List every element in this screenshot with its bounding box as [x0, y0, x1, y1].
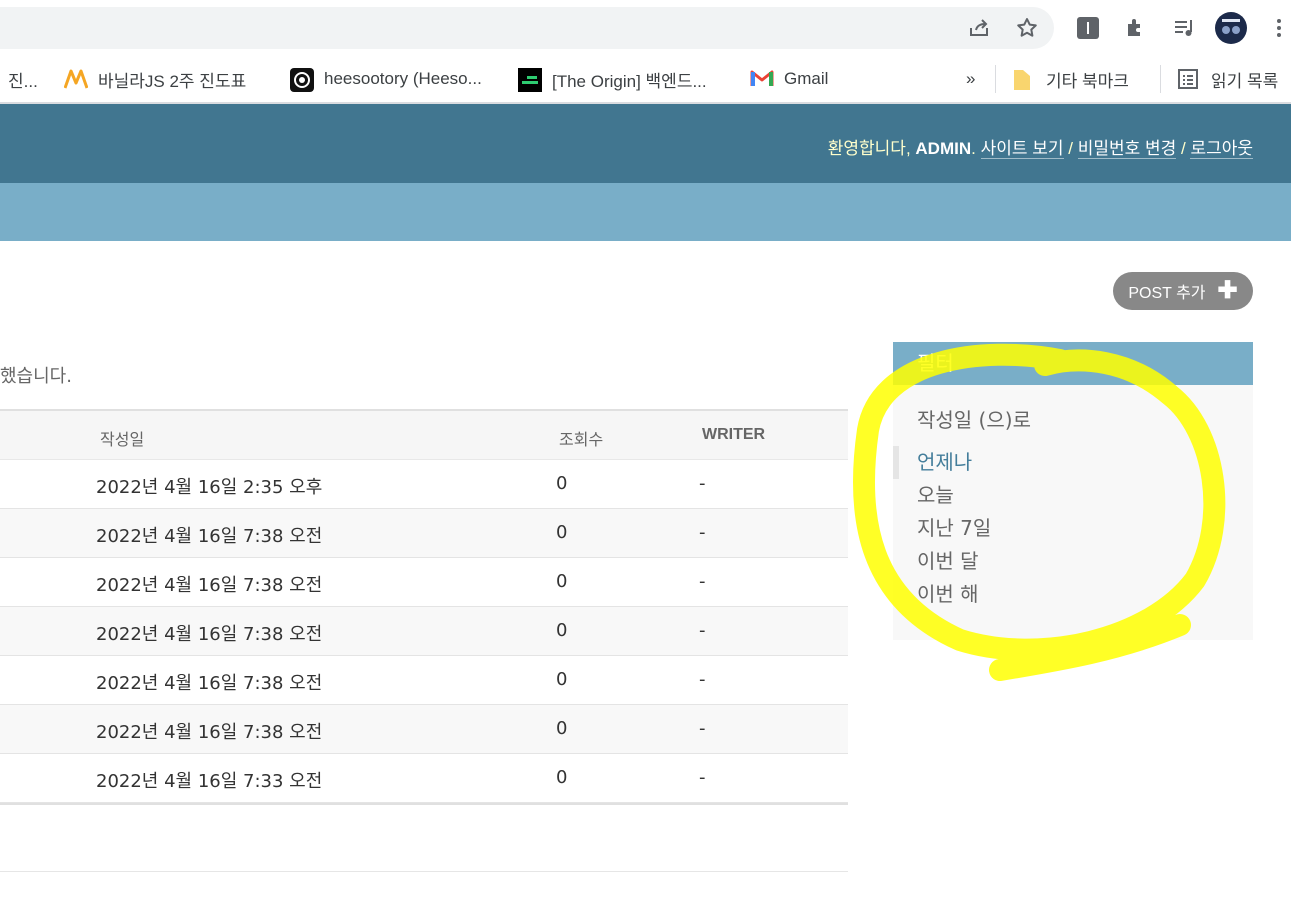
- logout-link[interactable]: 로그아웃: [1190, 139, 1253, 159]
- swirl-logo-icon: [290, 68, 314, 92]
- kebab-menu-icon[interactable]: [1263, 12, 1291, 44]
- origin-logo-icon: [518, 68, 542, 92]
- cell-writer: -: [699, 473, 706, 494]
- cell-views: 0: [556, 571, 568, 592]
- reading-list-icon: [1177, 68, 1199, 90]
- results-table: 작성일 조회수 WRITER 2022년 4월 16일 2:35 오후 0 - …: [0, 409, 848, 806]
- username: ADMIN: [915, 139, 972, 158]
- cell-views: 0: [556, 522, 568, 543]
- cell-created: 2022년 4월 16일 7:38 오전: [96, 722, 323, 743]
- filter-option-today[interactable]: 오늘: [893, 479, 1253, 512]
- add-post-label: POST 추가: [1128, 285, 1206, 302]
- bookmark-label: heesootory (Heeso...: [324, 69, 482, 88]
- column-header-created[interactable]: 작성일: [100, 426, 144, 450]
- view-site-link[interactable]: 사이트 보기: [980, 139, 1064, 159]
- table-row: 2022년 4월 16일 7:33 오전 0 -: [0, 754, 848, 803]
- share-icon[interactable]: [963, 12, 995, 44]
- filter-option-past-7-days[interactable]: 지난 7일: [893, 512, 1253, 545]
- table-row: 2022년 4월 16일 7:38 오전 0 -: [0, 509, 848, 558]
- bookmark-item[interactable]: [The Origin] 백엔드...: [518, 66, 707, 92]
- cell-views: 0: [556, 669, 568, 690]
- bookmark-item[interactable]: Gmail: [750, 66, 828, 92]
- bookmark-label: 읽기 목록: [1211, 71, 1279, 91]
- result-message: 했습니다.: [0, 366, 72, 387]
- folder-icon: [1012, 68, 1034, 90]
- extension-i-icon[interactable]: [1072, 12, 1104, 44]
- cell-created: 2022년 4월 16일 7:33 오전: [96, 771, 323, 792]
- cell-views: 0: [556, 620, 568, 641]
- divider: [995, 65, 996, 93]
- table-row: 2022년 4월 16일 7:38 오전 0 -: [0, 656, 848, 705]
- change-password-link[interactable]: 비밀번호 변경: [1077, 139, 1177, 159]
- filter-options: 언제나 오늘 지난 7일 이번 달 이번 해: [893, 446, 1253, 611]
- bookmark-item[interactable]: 진...: [8, 66, 38, 92]
- cell-created: 2022년 4월 16일 2:35 오후: [96, 477, 323, 498]
- bookmark-label: 기타 북마크: [1046, 71, 1129, 91]
- cell-created: 2022년 4월 16일 7:38 오전: [96, 673, 323, 694]
- cell-writer: -: [699, 718, 706, 739]
- filter-option-any[interactable]: 언제나: [893, 446, 1253, 479]
- nomad-logo-icon: [63, 68, 89, 90]
- cell-views: 0: [556, 718, 568, 739]
- separator: .: [971, 139, 981, 158]
- breadcrumb: [0, 183, 1291, 241]
- filter-subtitle: 작성일 (으)로: [917, 408, 1031, 432]
- cell-views: 0: [556, 767, 568, 788]
- table-row: 2022년 4월 16일 2:35 오후 0 -: [0, 460, 848, 509]
- table-row: 2022년 4월 16일 7:38 오전 0 -: [0, 705, 848, 754]
- add-post-button[interactable]: POST 추가 ✚: [1113, 272, 1253, 310]
- gmail-icon: [750, 68, 774, 90]
- table-row: 2022년 4월 16일 7:38 오전 0 -: [0, 558, 848, 607]
- bookmarks-overflow-button[interactable]: »: [966, 66, 975, 92]
- avatar[interactable]: [1215, 12, 1247, 44]
- bookmark-label: Gmail: [784, 69, 829, 88]
- puzzle-icon[interactable]: [1120, 12, 1152, 44]
- bookmark-label: [The Origin] 백엔드...: [552, 71, 707, 91]
- separator: /: [1063, 139, 1078, 158]
- separator: /: [1176, 139, 1191, 158]
- paginator-divider: [0, 871, 848, 872]
- cell-created: 2022년 4월 16일 7:38 오전: [96, 575, 323, 596]
- plus-icon: ✚: [1217, 277, 1238, 304]
- cell-writer: -: [699, 522, 706, 543]
- cell-created: 2022년 4월 16일 7:38 오전: [96, 526, 323, 547]
- cell-views: 0: [556, 473, 568, 494]
- bookmark-item[interactable]: 바닐라JS 2주 진도표: [63, 66, 247, 92]
- cell-writer: -: [699, 571, 706, 592]
- chevron-double-right-icon: »: [966, 69, 976, 88]
- reading-list-button[interactable]: 읽기 목록: [1177, 66, 1278, 92]
- cell-writer: -: [699, 620, 706, 641]
- media-queue-icon[interactable]: [1168, 12, 1200, 44]
- cell-writer: -: [699, 669, 706, 690]
- other-bookmarks-button[interactable]: 기타 북마크: [1012, 66, 1129, 92]
- bookmark-label: 바닐라JS 2주 진도표: [98, 71, 247, 91]
- column-header-views[interactable]: 조회수: [559, 426, 603, 450]
- welcome-text: 환영합니다,: [827, 139, 916, 158]
- table-row: 2022년 4월 16일 7:38 오전 0 -: [0, 607, 848, 656]
- bookmarks-bar: 진... 바닐라JS 2주 진도표 heesootory (Heeso... […: [0, 56, 1291, 104]
- filter-option-this-year[interactable]: 이번 해: [893, 578, 1253, 611]
- admin-header: 환영합니다, ADMIN. 사이트 보기 / 비밀번호 변경 / 로그아웃: [0, 104, 1291, 183]
- column-header-writer[interactable]: WRITER: [702, 426, 765, 444]
- filter-option-this-month[interactable]: 이번 달: [893, 545, 1253, 578]
- user-tools: 환영합니다, ADMIN. 사이트 보기 / 비밀번호 변경 / 로그아웃: [828, 134, 1253, 159]
- cell-created: 2022년 4월 16일 7:38 오전: [96, 624, 323, 645]
- star-icon[interactable]: [1011, 12, 1043, 44]
- filter-panel: 필터 작성일 (으)로 언제나 오늘 지난 7일 이번 달 이번 해: [893, 342, 1253, 640]
- table-footer-divider: [0, 803, 848, 806]
- table-header: 작성일 조회수 WRITER: [0, 409, 848, 460]
- address-bar[interactable]: [0, 7, 1054, 49]
- filter-title: 필터: [893, 342, 1253, 385]
- bookmark-item[interactable]: heesootory (Heeso...: [290, 66, 482, 92]
- cell-writer: -: [699, 767, 706, 788]
- bookmark-label: 진...: [8, 71, 38, 91]
- divider: [1160, 65, 1161, 93]
- browser-toolbar: [0, 0, 1291, 56]
